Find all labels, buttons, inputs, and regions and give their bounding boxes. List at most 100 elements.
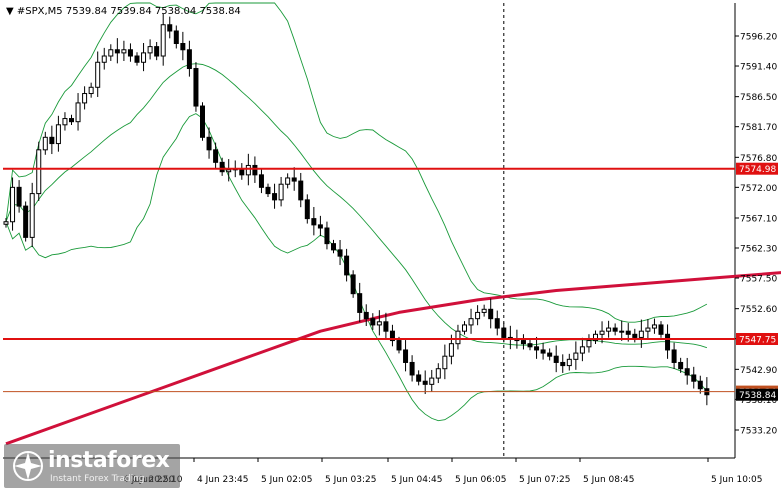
candle-body <box>291 177 297 182</box>
level-price-tag[interactable]: 7547.75 <box>736 333 778 346</box>
candle-body <box>468 318 474 326</box>
candle-body <box>121 49 127 54</box>
time-tick-label: 5 Jun 02:05 <box>261 475 312 485</box>
candle <box>193 62 199 112</box>
time-tick-label: 4 Jun 23:45 <box>197 475 248 485</box>
candle-body <box>612 327 618 332</box>
candle-body <box>285 177 291 185</box>
candle <box>200 102 205 141</box>
candle-body <box>55 124 61 145</box>
price-tick-label: 7576.80 <box>740 154 777 164</box>
level-price-tag[interactable]: 7574.98 <box>736 162 778 176</box>
candle-body <box>383 321 389 332</box>
candle-body <box>180 43 186 51</box>
price-tick-label: 7533.20 <box>740 427 777 437</box>
candle-body <box>599 330 605 335</box>
candle-body <box>560 361 566 367</box>
candle-body <box>265 186 271 195</box>
candle-body <box>82 93 88 104</box>
candle-body <box>494 318 500 329</box>
candle-body <box>344 255 350 276</box>
candle-body <box>566 358 572 367</box>
candle-body <box>678 361 684 370</box>
candle-body <box>520 340 526 345</box>
candle-body <box>429 377 435 385</box>
candle-body <box>481 308 487 313</box>
candle-body <box>317 224 323 229</box>
candle-body <box>219 161 225 173</box>
candle-body <box>350 274 356 295</box>
candle-body <box>396 340 402 351</box>
price-tick-label: 7586.50 <box>740 93 777 103</box>
candle-body <box>488 308 494 320</box>
candle-body <box>193 68 199 107</box>
candle-body <box>114 49 120 54</box>
candle-body <box>42 136 48 151</box>
header-ohlc: 7539.84 7539.84 7538.04 7538.84 <box>66 6 241 17</box>
price-tick-label: 7552.60 <box>740 305 777 315</box>
candle-body <box>409 361 415 376</box>
candle-body <box>579 346 585 354</box>
candle-body <box>357 293 363 313</box>
candle-body <box>337 249 343 257</box>
chart-canvas[interactable]: 7596.20 7591.40 7586.50 7581.70 7576.80 7572.… <box>0 0 781 489</box>
time-tick-label: 5 Jun 08:45 <box>583 475 634 485</box>
price-chart[interactable]: 7596.20 7591.40 7586.50 7581.70 7576.80 7572.… <box>0 0 781 489</box>
candle-body <box>23 205 29 238</box>
candle-body <box>69 118 74 123</box>
candle-body <box>272 193 278 201</box>
time-tick-label: 5 Jun 04:45 <box>391 475 442 485</box>
candle-body <box>573 352 579 360</box>
price-tick-label: 7557.50 <box>740 275 777 285</box>
svg-text:▼ #SPX,M5 7539.84 7539.84 753: ▼ #SPX,M5 7539.84 7539.84 7538.04 7538.8… <box>6 6 241 17</box>
candle-body <box>370 318 376 326</box>
instaforex-logo-icon <box>13 451 43 481</box>
time-tick-label: 5 Jun 07:25 <box>519 475 570 485</box>
time-tick-label: 5 Jun 06:05 <box>455 475 506 485</box>
candle-body <box>29 193 35 238</box>
candle-body <box>691 374 697 382</box>
candle-body <box>638 330 644 338</box>
candle-body <box>154 46 160 57</box>
current-price-tag[interactable]: 7538.84 <box>736 388 778 402</box>
candle-body <box>173 30 179 45</box>
candle-body <box>606 327 612 332</box>
candle-body <box>547 352 553 357</box>
candle-body <box>213 149 219 163</box>
candle-body <box>167 24 173 32</box>
candle-body <box>245 164 251 176</box>
logo-brand: instaforex <box>48 448 170 473</box>
time-tick-label: 5 Jun 03:25 <box>325 475 376 485</box>
candle-body <box>3 221 9 225</box>
candle-body <box>435 368 441 379</box>
header-symbol: #SPX,M5 <box>17 6 63 17</box>
candle-body <box>49 136 55 145</box>
candle-body <box>455 330 461 345</box>
candle-body <box>501 327 507 338</box>
price-tick-label: 7581.70 <box>740 123 777 133</box>
level-price-tag-label: 7574.98 <box>739 165 776 175</box>
candle-body <box>324 227 330 245</box>
candle-body <box>416 374 422 382</box>
candle-body <box>658 324 664 335</box>
candle-body <box>619 330 625 333</box>
candle-body <box>331 243 336 251</box>
candle-body <box>442 355 448 370</box>
price-tick-label: 7562.30 <box>740 245 777 255</box>
candle <box>23 201 29 242</box>
candle-body <box>625 330 631 335</box>
candle-body <box>534 346 540 351</box>
candle-body <box>363 311 369 320</box>
candle-body <box>553 355 559 363</box>
candle-body <box>311 218 317 226</box>
candle-body <box>586 340 592 348</box>
time-tick-label: 5 Jun 10:05 <box>711 475 762 485</box>
candle-body <box>665 333 671 351</box>
price-tick-label: 7567.10 <box>740 214 777 224</box>
candle-body <box>108 49 114 57</box>
candle-body <box>448 343 454 357</box>
price-tick-label: 7542.90 <box>740 366 777 376</box>
header-triangle-icon[interactable]: ▼ <box>6 6 17 17</box>
logo-tagline: Instant Forex Trading <box>50 474 145 484</box>
candle-body <box>422 380 428 385</box>
